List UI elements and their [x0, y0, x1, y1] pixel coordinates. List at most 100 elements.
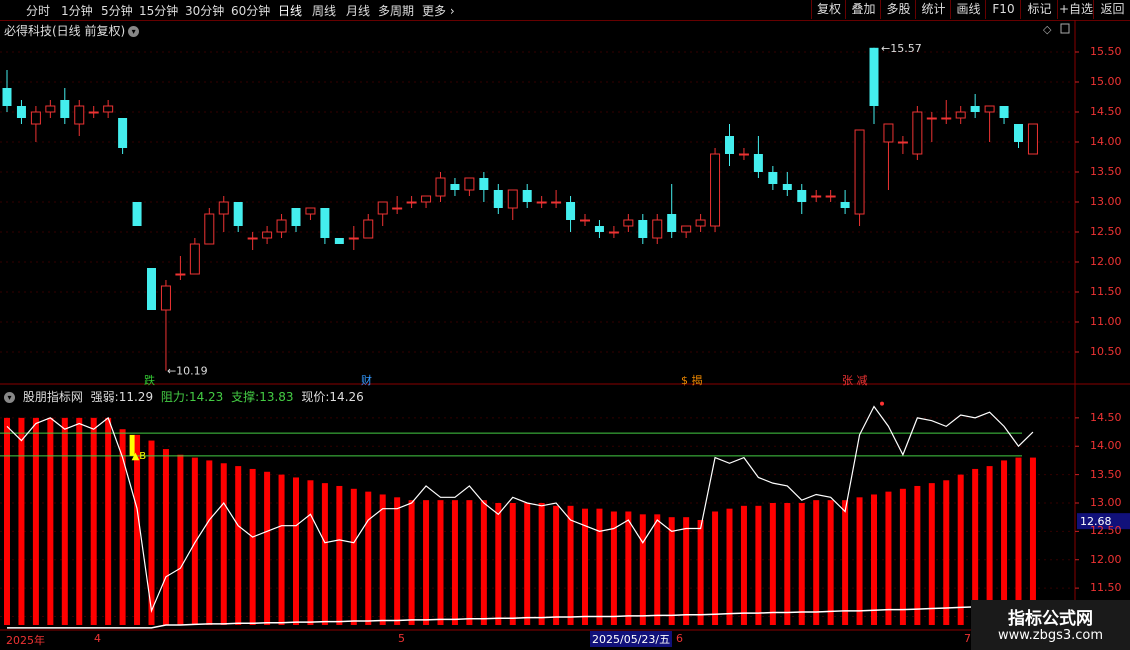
indicator-bar	[769, 502, 776, 625]
indicator-bar	[264, 471, 271, 625]
indicator-bar	[495, 502, 502, 625]
indicator-bar	[321, 483, 328, 625]
panel-icon	[1060, 23, 1070, 34]
candle-body	[738, 153, 749, 156]
candle-body	[551, 201, 562, 204]
indicator-bar	[18, 417, 25, 625]
candle-body	[30, 111, 41, 125]
indicator-bar	[162, 449, 169, 625]
candle-body	[681, 225, 692, 233]
indicator-bar	[509, 502, 516, 625]
candle-body	[999, 106, 1009, 118]
bottom-line	[7, 603, 1033, 629]
indicator-bar	[553, 505, 560, 625]
price-axis-label: 14.50	[1090, 105, 1122, 118]
candle-body	[840, 202, 850, 208]
event-marker-3[interactable]: 张 减	[842, 372, 868, 388]
indicator-bar	[105, 417, 112, 625]
indicator-bar	[423, 500, 430, 625]
candle-body	[623, 219, 634, 227]
indicator-chart: ▲B12.68	[0, 401, 1130, 629]
candle-body	[1014, 124, 1023, 142]
candle-body	[811, 195, 822, 198]
event-marker-1[interactable]: 财	[361, 372, 372, 388]
candle-body	[566, 202, 576, 220]
indicator-bar	[293, 477, 299, 625]
indicator-bar	[437, 500, 444, 625]
event-marker-2[interactable]: $ 揭	[681, 372, 703, 388]
indicator-bar	[813, 500, 820, 625]
candle-body	[594, 226, 604, 232]
indicator-bar	[191, 457, 198, 625]
diamond-icon: ◇	[1043, 23, 1052, 36]
indicator-bar	[567, 505, 574, 625]
indicator-bar	[278, 474, 285, 625]
price-line	[6, 405, 1034, 614]
resist-value: 14.23	[188, 390, 224, 404]
date-month-5: 5	[398, 632, 405, 645]
indicator-bar	[379, 494, 386, 625]
candle-body	[262, 231, 273, 239]
candle-body	[60, 100, 70, 118]
event-marker-0[interactable]: 跌	[144, 372, 155, 388]
indicator-name: 股朋指标网	[22, 390, 83, 404]
candle-body	[74, 105, 85, 125]
candle-body	[825, 195, 836, 198]
indicator-bar	[740, 505, 747, 625]
indicator-bar	[856, 497, 863, 625]
strength-value: 11.29	[118, 390, 154, 404]
indicator-axis-label: 13.00	[1090, 495, 1122, 509]
date-cursor: 2025/05/23/五	[590, 631, 673, 647]
indicator-bar	[871, 494, 877, 625]
candle-body	[955, 111, 966, 119]
price-axis-label: 11.50	[1090, 285, 1122, 298]
indicator-bar	[350, 488, 357, 625]
sell-signal-dot	[880, 401, 884, 406]
indicator-bar	[943, 480, 950, 625]
candle-body	[2, 88, 12, 106]
candle-body	[320, 208, 330, 238]
indicator-bar	[524, 502, 531, 625]
candle-body	[464, 177, 475, 191]
date-month-6: 6	[676, 632, 683, 645]
candle-body	[305, 207, 316, 215]
candle-body	[507, 189, 518, 209]
indicator-bar	[755, 505, 762, 625]
date-month-7: 7	[964, 632, 971, 645]
candle-body	[768, 172, 778, 184]
high-price-marker: ←15.57	[881, 42, 922, 55]
indicator-bar	[827, 500, 834, 625]
candle-body	[725, 136, 734, 154]
candle-body	[450, 184, 460, 190]
indicator-bar	[365, 491, 372, 625]
support-value: 13.83	[259, 390, 294, 404]
candle-body	[854, 129, 865, 215]
indicator-bar	[235, 466, 242, 625]
chart-canvas[interactable]: ◇ ←15.57 ←10.19 ▲B12.68	[0, 0, 1130, 650]
indicator-bar	[712, 511, 719, 625]
price-axis-label: 10.50	[1090, 345, 1122, 358]
candle-body	[363, 219, 374, 239]
candle-body	[233, 202, 243, 226]
site-watermark: 指标公式网 www.zbgs3.com	[971, 600, 1130, 650]
indicator-bar	[899, 488, 906, 625]
indicator-bar	[596, 508, 603, 625]
candle-body	[710, 153, 721, 227]
price-axis-label: 12.00	[1090, 255, 1122, 268]
candle-body	[695, 219, 706, 227]
buy-signal-label: ▲B	[132, 451, 147, 462]
price-axis-label: 14.00	[1090, 135, 1122, 148]
price-axis-label: 12.50	[1090, 225, 1122, 238]
candle-body	[276, 219, 287, 233]
candle-body	[16, 106, 26, 118]
candle-body	[406, 201, 417, 204]
indicator-bar	[957, 474, 964, 625]
indicator-bar	[928, 483, 935, 625]
candle-body	[522, 190, 532, 202]
candle-body	[88, 111, 99, 114]
indicator-bar	[538, 502, 545, 625]
candle-body	[348, 237, 359, 240]
chevron-down-icon[interactable]: ▾	[4, 392, 15, 403]
indicator-title[interactable]: ▾ 股朋指标网 强弱:11.29 阻力:14.23 支撑:13.83 现价:14…	[4, 388, 368, 405]
indicator-bar	[336, 485, 343, 625]
